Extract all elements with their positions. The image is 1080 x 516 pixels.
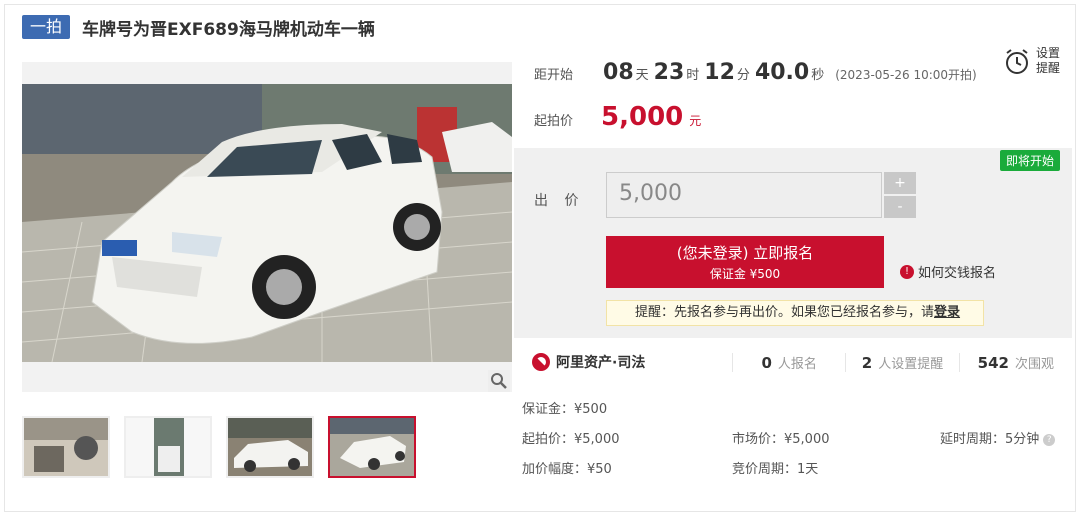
zoom-button[interactable] bbox=[488, 370, 510, 392]
status-badge: 即将开始 bbox=[999, 150, 1060, 171]
thumbnail-strip bbox=[22, 416, 416, 478]
alarm-clock-icon bbox=[1006, 49, 1028, 74]
magnifier-icon bbox=[491, 373, 507, 389]
countdown-minutes-unit: 分 bbox=[736, 68, 750, 83]
brand-name: 阿里资产·司法 bbox=[556, 355, 646, 371]
countdown-hours: 23 bbox=[653, 60, 685, 85]
remind-count: 2 bbox=[861, 353, 873, 372]
remind-stat-label: 人设置提醒 bbox=[878, 356, 944, 372]
views-stat: 542 次围观 bbox=[958, 352, 1072, 372]
countdown-minutes: 12 bbox=[704, 60, 735, 85]
auction-round-badge: 一拍 bbox=[22, 15, 71, 39]
detail-delay: 延时周期：5分钟? bbox=[940, 428, 1056, 447]
start-time: (2023-05-26 10:00开拍) bbox=[835, 68, 977, 82]
thumbnail-side[interactable] bbox=[226, 416, 314, 478]
detail-start-price: 起拍价：¥5,000 bbox=[522, 432, 620, 447]
increase-bid-button[interactable]: + bbox=[884, 172, 916, 194]
bid-amount-input[interactable]: 5,000 bbox=[606, 172, 882, 218]
thumbnail-rear[interactable] bbox=[124, 416, 212, 478]
main-photo[interactable] bbox=[22, 62, 512, 392]
detail-deposit: 保证金：¥500 bbox=[522, 402, 608, 417]
stats-bar: 阿里资产·司法 0 人报名 2 人设置提醒 542 次围观 bbox=[514, 344, 1072, 380]
detail-period: 竞价周期：1天 bbox=[732, 462, 819, 477]
brand-logo: 阿里资产·司法 bbox=[532, 352, 732, 372]
page-title: 车牌号为晋EXF689海马牌机动车一辆 bbox=[82, 19, 375, 40]
countdown-hours-unit: 时 bbox=[686, 68, 700, 83]
start-price-row: 起拍价 5,000 元 bbox=[534, 102, 701, 132]
signup-stat-label: 人报名 bbox=[777, 356, 817, 372]
views-stat-label: 次围观 bbox=[1014, 356, 1054, 372]
ali-assets-icon bbox=[532, 353, 550, 371]
countdown-seconds-unit: 秒 bbox=[811, 68, 825, 83]
bid-stepper: + - bbox=[884, 172, 916, 218]
signup-count: 0 bbox=[761, 353, 772, 372]
car-photo-illustration bbox=[22, 62, 512, 392]
set-reminder-label: 设置提醒 bbox=[1036, 46, 1061, 75]
rear-photo bbox=[126, 418, 210, 476]
remind-stat: 2 人设置提醒 bbox=[845, 352, 958, 372]
views-count: 542 bbox=[977, 353, 1009, 372]
thumbnail-interior[interactable] bbox=[22, 416, 110, 478]
start-price-amount: 5,000 bbox=[601, 102, 684, 132]
login-reminder: 提醒：先报名参与再出价。如果您已经报名参与，请登录 bbox=[606, 300, 984, 326]
detail-delay-label: 延时周期：5分钟 bbox=[940, 432, 1040, 447]
detail-increment: 加价幅度：¥50 bbox=[522, 462, 612, 477]
login-link[interactable]: 登录 bbox=[934, 305, 960, 320]
countdown-label: 距开始 bbox=[534, 68, 574, 83]
signup-stat: 0 人报名 bbox=[732, 352, 845, 372]
side-photo bbox=[228, 418, 312, 476]
signup-button-label: (您未登录) 立即报名 bbox=[676, 244, 814, 262]
decrease-bid-button[interactable]: - bbox=[884, 196, 916, 218]
front-photo bbox=[330, 418, 414, 476]
reminder-text: 提醒：先报名参与再出价。如果您已经报名参与，请 bbox=[635, 305, 935, 320]
start-price-unit: 元 bbox=[689, 114, 702, 128]
countdown: 距开始 08 天 23 时 12 分 40.0 秒 (2023-05-26 10… bbox=[534, 60, 977, 85]
signup-button[interactable]: (您未登录) 立即报名 保证金 ¥500 bbox=[606, 236, 884, 288]
interior-photo bbox=[24, 418, 108, 476]
title-row: 一拍 车牌号为晋EXF689海马牌机动车一辆 bbox=[22, 14, 375, 40]
help-icon[interactable]: ? bbox=[1043, 433, 1056, 446]
bid-label: 出 价 bbox=[534, 193, 585, 209]
countdown-days: 08 bbox=[603, 60, 634, 85]
detail-market-price: 市场价：¥5,000 bbox=[732, 432, 830, 447]
info-icon: ! bbox=[900, 264, 914, 279]
set-reminder-button[interactable]: 设置提醒 bbox=[1004, 46, 1064, 76]
how-to-pay-label: 如何交钱报名 bbox=[918, 266, 997, 281]
start-price-label: 起拍价 bbox=[534, 114, 574, 129]
countdown-days-unit: 天 bbox=[635, 68, 649, 83]
thumbnail-front-selected[interactable] bbox=[328, 416, 416, 478]
how-to-pay-link[interactable]: ! 如何交钱报名 bbox=[900, 262, 996, 281]
countdown-seconds: 40.0 bbox=[754, 60, 810, 85]
bid-panel: 即将开始 出 价 5,000 + - (您未登录) 立即报名 保证金 ¥500 … bbox=[514, 148, 1072, 338]
signup-deposit-label: 保证金 ¥500 bbox=[709, 267, 781, 281]
